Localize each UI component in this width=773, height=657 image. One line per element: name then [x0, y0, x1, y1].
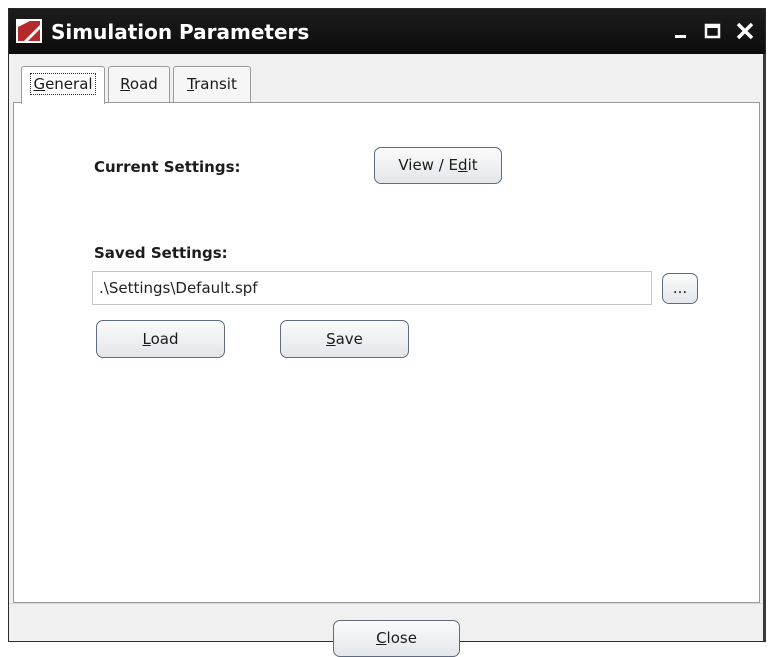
saved-settings-label: Saved Settings:	[94, 244, 228, 262]
window-right-edge	[763, 54, 766, 641]
maximize-icon[interactable]	[701, 19, 725, 43]
dialog-footer: Close	[9, 603, 765, 657]
title-bar[interactable]: Simulation Parameters	[9, 9, 765, 54]
close-button[interactable]: Close	[333, 620, 460, 657]
simulation-parameters-window: Simulation Parameters General Road Trans…	[8, 8, 766, 657]
tab-general-label: General	[30, 73, 96, 95]
settings-path-field[interactable]: .\Settings\Default.spf	[92, 271, 652, 305]
close-icon[interactable]	[733, 19, 757, 43]
app-logo-icon	[16, 19, 42, 43]
load-button[interactable]: Load	[96, 320, 225, 358]
general-tab-panel: Current Settings: View / Edit Saved Sett…	[13, 102, 760, 603]
tab-transit[interactable]: Transit	[173, 66, 251, 102]
tab-road[interactable]: Road	[108, 66, 170, 102]
tab-general[interactable]: General	[21, 66, 105, 104]
tab-road-label: Road	[120, 75, 158, 93]
minimize-icon[interactable]	[669, 19, 693, 43]
view-edit-button[interactable]: View / Edit	[374, 147, 502, 184]
window-title: Simulation Parameters	[51, 20, 310, 44]
browse-button[interactable]: ...	[662, 273, 698, 304]
current-settings-label: Current Settings:	[94, 158, 241, 176]
tab-transit-label: Transit	[187, 75, 237, 93]
save-button[interactable]: Save	[280, 320, 409, 358]
